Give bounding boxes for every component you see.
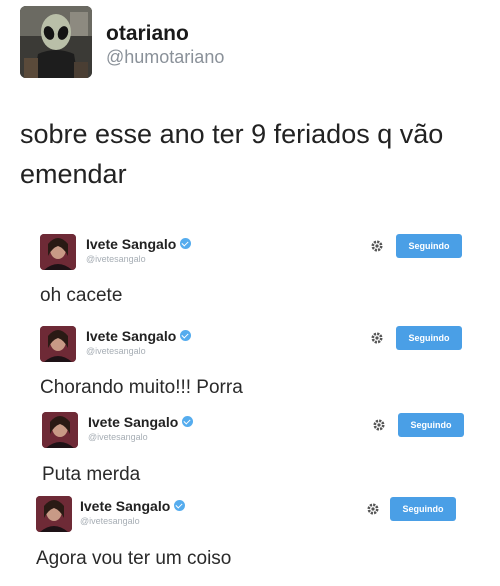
author-avatar[interactable] — [20, 6, 92, 78]
embedded-author-name[interactable]: Ivete Sangalo — [88, 414, 194, 430]
embedded-author-handle[interactable]: @ivetesangalo — [86, 346, 146, 356]
embedded-tweet-text: Agora vou ter um coiso — [36, 548, 232, 569]
author-name[interactable]: otariano — [106, 22, 189, 46]
gear-icon[interactable] — [372, 418, 386, 432]
embedded-tweet: Ivete Sangalo @ivetesangalo Seguindo Ago… — [24, 468, 476, 578]
tweet-text: sobre esse ano ter 9 feriados q vão emen… — [20, 119, 444, 189]
author-handle[interactable]: @humotariano — [106, 47, 224, 68]
portrait-avatar-icon — [40, 234, 76, 270]
verified-badge-icon — [180, 330, 192, 341]
alien-avatar-icon — [20, 6, 92, 78]
gear-icon[interactable] — [366, 502, 380, 516]
verified-badge-icon — [182, 416, 194, 427]
following-button[interactable]: Seguindo — [396, 234, 462, 258]
portrait-avatar-icon — [42, 412, 78, 448]
embedded-avatar[interactable] — [42, 412, 78, 448]
embedded-author-name-label: Ivete Sangalo — [86, 328, 177, 344]
following-button[interactable]: Seguindo — [390, 497, 456, 521]
gear-icon[interactable] — [370, 331, 384, 345]
verified-badge-icon — [180, 238, 192, 249]
embedded-avatar[interactable] — [40, 326, 76, 362]
embedded-author-handle[interactable]: @ivetesangalo — [86, 254, 146, 264]
embedded-author-name[interactable]: Ivete Sangalo — [80, 498, 186, 514]
portrait-avatar-icon — [36, 496, 72, 532]
embedded-author-name-label: Ivete Sangalo — [80, 498, 171, 514]
embedded-author-name[interactable]: Ivete Sangalo — [86, 328, 192, 344]
embedded-avatar[interactable] — [36, 496, 72, 532]
embedded-tweets-image: Ivete Sangalo @ivetesangalo Seguindo oh … — [24, 206, 476, 578]
portrait-avatar-icon — [40, 326, 76, 362]
embedded-avatar[interactable] — [40, 234, 76, 270]
tweet-screenshot: otariano @humotariano sobre esse ano ter… — [0, 0, 500, 586]
embedded-author-name-label: Ivete Sangalo — [86, 236, 177, 252]
embedded-author-name-label: Ivete Sangalo — [88, 414, 179, 430]
embedded-tweet: Ivete Sangalo @ivetesangalo Seguindo oh … — [24, 206, 476, 306]
following-button[interactable]: Seguindo — [396, 326, 462, 350]
embedded-author-name[interactable]: Ivete Sangalo — [86, 236, 192, 252]
verified-badge-icon — [174, 500, 186, 511]
embedded-tweet: Ivete Sangalo @ivetesangalo Seguindo Put… — [24, 382, 476, 485]
embedded-author-handle[interactable]: @ivetesangalo — [88, 432, 148, 442]
gear-icon[interactable] — [370, 239, 384, 253]
following-button[interactable]: Seguindo — [398, 413, 464, 437]
embedded-tweet: Ivete Sangalo @ivetesangalo Seguindo Cho… — [24, 298, 476, 398]
embedded-author-handle[interactable]: @ivetesangalo — [80, 516, 140, 526]
